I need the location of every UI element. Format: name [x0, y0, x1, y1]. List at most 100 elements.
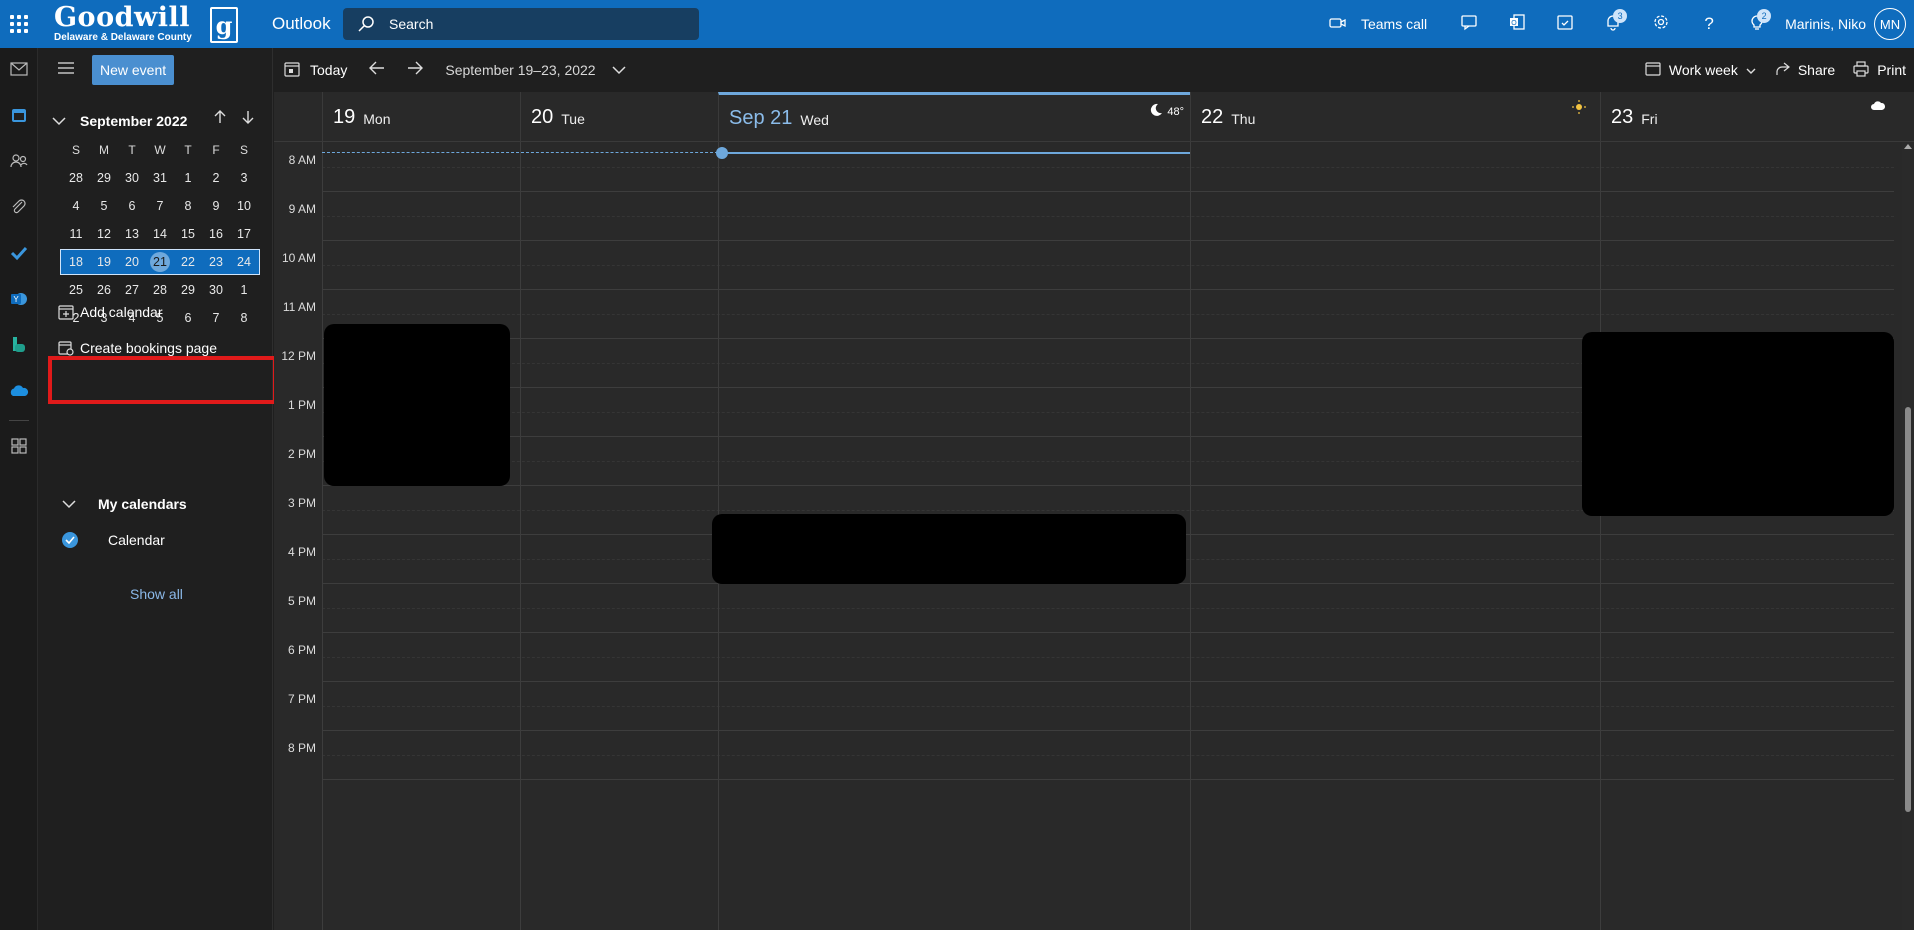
- mini-calendar-day[interactable]: 25: [62, 283, 90, 297]
- my-calendars-group[interactable]: My calendars: [62, 496, 187, 512]
- time-grid[interactable]: 8 AM 9 AM 10 AM 11 AM 12 PM 1 PM 2 PM 3 PM 4 PM 5…: [274, 142, 1914, 930]
- mini-calendar-day[interactable]: 7: [146, 199, 174, 213]
- next-month-button[interactable]: [242, 110, 254, 127]
- rail-files[interactable]: [0, 186, 38, 232]
- settings-button[interactable]: [1637, 0, 1685, 48]
- chat-button[interactable]: [1445, 0, 1493, 48]
- mini-calendar-day[interactable]: 8: [174, 199, 202, 213]
- mini-calendar-day[interactable]: 31: [146, 171, 174, 185]
- day-header-thu[interactable]: 22 Thu: [1190, 92, 1600, 142]
- mini-calendar-day[interactable]: 12: [90, 227, 118, 241]
- mini-calendar-week[interactable]: 28 29 30 31 1 2 3: [62, 164, 258, 192]
- weather-forecast[interactable]: [1572, 100, 1586, 117]
- goodwill-logo[interactable]: Goodwill Delaware & Delaware County g: [54, 4, 238, 44]
- collapse-pane-button[interactable]: [44, 48, 88, 92]
- calendar-event-redacted[interactable]: [324, 324, 510, 486]
- add-calendar-link[interactable]: Add calendar: [58, 296, 163, 328]
- app-launcher-button[interactable]: [0, 0, 38, 48]
- rail-people[interactable]: [0, 140, 38, 186]
- share-button[interactable]: Share: [1774, 61, 1835, 80]
- scrollbar-thumb[interactable]: [1905, 407, 1911, 812]
- day-header-wed[interactable]: Sep 21 Wed 48°: [718, 92, 1190, 142]
- view-switcher[interactable]: Work week: [1645, 61, 1756, 80]
- mini-calendar-day[interactable]: 17: [230, 227, 258, 241]
- date-range-picker[interactable]: September 19–23, 2022: [445, 62, 626, 78]
- rail-calendar[interactable]: [0, 94, 38, 140]
- mini-calendar-day[interactable]: 20: [118, 255, 146, 269]
- office-button[interactable]: O: [1493, 0, 1541, 48]
- calendar-scrollbar[interactable]: [1902, 142, 1914, 930]
- rail-mail[interactable]: [0, 48, 38, 94]
- rail-bookings[interactable]: [0, 324, 38, 370]
- my-day-button[interactable]: [1541, 0, 1589, 48]
- mini-calendar-day[interactable]: 8: [230, 311, 258, 325]
- mini-calendar-day[interactable]: 30: [118, 171, 146, 185]
- teams-call-button[interactable]: Teams call: [1321, 0, 1445, 48]
- mini-calendar-day[interactable]: 27: [118, 283, 146, 297]
- chevron-down-icon: [612, 62, 626, 78]
- new-event-button[interactable]: New event: [92, 55, 175, 85]
- show-all-link[interactable]: Show all: [130, 586, 183, 602]
- search-input[interactable]: Search: [343, 8, 699, 40]
- mini-calendar-day[interactable]: 23: [202, 255, 230, 269]
- notifications-button[interactable]: 3: [1589, 0, 1637, 48]
- mini-calendar-week[interactable]: 11 12 13 14 15 16 17: [62, 220, 258, 248]
- mini-calendar-week[interactable]: 4 5 6 7 8 9 10: [62, 192, 258, 220]
- rail-more-apps[interactable]: [0, 425, 38, 471]
- help-button[interactable]: ?: [1685, 0, 1733, 48]
- mini-calendar-day[interactable]: 16: [202, 227, 230, 241]
- mini-calendar-day[interactable]: 6: [118, 199, 146, 213]
- mini-calendar-day[interactable]: 7: [202, 311, 230, 325]
- mini-calendar-title[interactable]: September 2022: [80, 113, 187, 129]
- rail-todo[interactable]: [0, 232, 38, 278]
- mini-calendar-day[interactable]: 29: [90, 171, 118, 185]
- mini-calendar-day[interactable]: 9: [202, 199, 230, 213]
- weather-forecast[interactable]: [1870, 100, 1886, 115]
- mini-calendar-day[interactable]: 19: [90, 255, 118, 269]
- weather-forecast[interactable]: 48°: [1149, 103, 1184, 120]
- app-name[interactable]: Outlook: [272, 14, 331, 34]
- day-header-fri[interactable]: 23 Fri: [1600, 92, 1900, 142]
- mini-calendar-day[interactable]: 3: [230, 171, 258, 185]
- mini-calendar-day[interactable]: 21: [146, 252, 174, 272]
- mini-calendar-day[interactable]: 13: [118, 227, 146, 241]
- scroll-up-arrow-icon[interactable]: [1904, 144, 1912, 149]
- calendar-event-redacted[interactable]: [712, 514, 1186, 584]
- mini-calendar-day[interactable]: 30: [202, 283, 230, 297]
- calendar-item[interactable]: Calendar: [62, 532, 165, 548]
- mini-calendar-day[interactable]: 18: [62, 255, 90, 269]
- print-button[interactable]: Print: [1853, 60, 1906, 80]
- mini-calendar-day[interactable]: 22: [174, 255, 202, 269]
- mini-calendar-day[interactable]: 15: [174, 227, 202, 241]
- arrow-up-icon: [214, 110, 226, 127]
- calendar-event-redacted[interactable]: [1582, 332, 1894, 516]
- mini-calendar-week[interactable]: 18 19 20 21 22 23 24: [60, 249, 260, 275]
- checkmark-icon[interactable]: [62, 532, 78, 548]
- mini-calendar-day[interactable]: 14: [146, 227, 174, 241]
- mini-calendar-day[interactable]: 1: [174, 171, 202, 185]
- rail-onedrive[interactable]: [0, 370, 38, 416]
- mini-calendar-day[interactable]: 10: [230, 199, 258, 213]
- mini-calendar-day[interactable]: 2: [202, 171, 230, 185]
- previous-week-button[interactable]: [369, 61, 385, 80]
- rail-yammer[interactable]: Y: [0, 278, 38, 324]
- mini-calendar-day[interactable]: 6: [174, 311, 202, 325]
- previous-month-button[interactable]: [214, 110, 226, 127]
- account-manager[interactable]: Marinis, Niko MN: [1781, 0, 1914, 48]
- collapse-mini-calendar-button[interactable]: [52, 113, 66, 129]
- dow-label: M: [99, 143, 109, 157]
- tips-button[interactable]: 2: [1733, 0, 1781, 48]
- day-header-mon[interactable]: 19 Mon: [322, 92, 520, 142]
- mini-calendar-day[interactable]: 1: [230, 283, 258, 297]
- mini-calendar-day[interactable]: 29: [174, 283, 202, 297]
- mini-calendar-day[interactable]: 24: [230, 255, 258, 269]
- next-week-button[interactable]: [407, 61, 424, 80]
- day-header-tue[interactable]: 20 Tue: [520, 92, 718, 142]
- mini-calendar-day[interactable]: 28: [62, 171, 90, 185]
- mini-calendar-day[interactable]: 4: [62, 199, 90, 213]
- mini-calendar-day[interactable]: 11: [62, 227, 90, 241]
- today-button[interactable]: Today: [284, 61, 347, 80]
- mini-calendar-day[interactable]: 26: [90, 283, 118, 297]
- mini-calendar-day[interactable]: 5: [90, 199, 118, 213]
- mini-calendar-day[interactable]: 28: [146, 283, 174, 297]
